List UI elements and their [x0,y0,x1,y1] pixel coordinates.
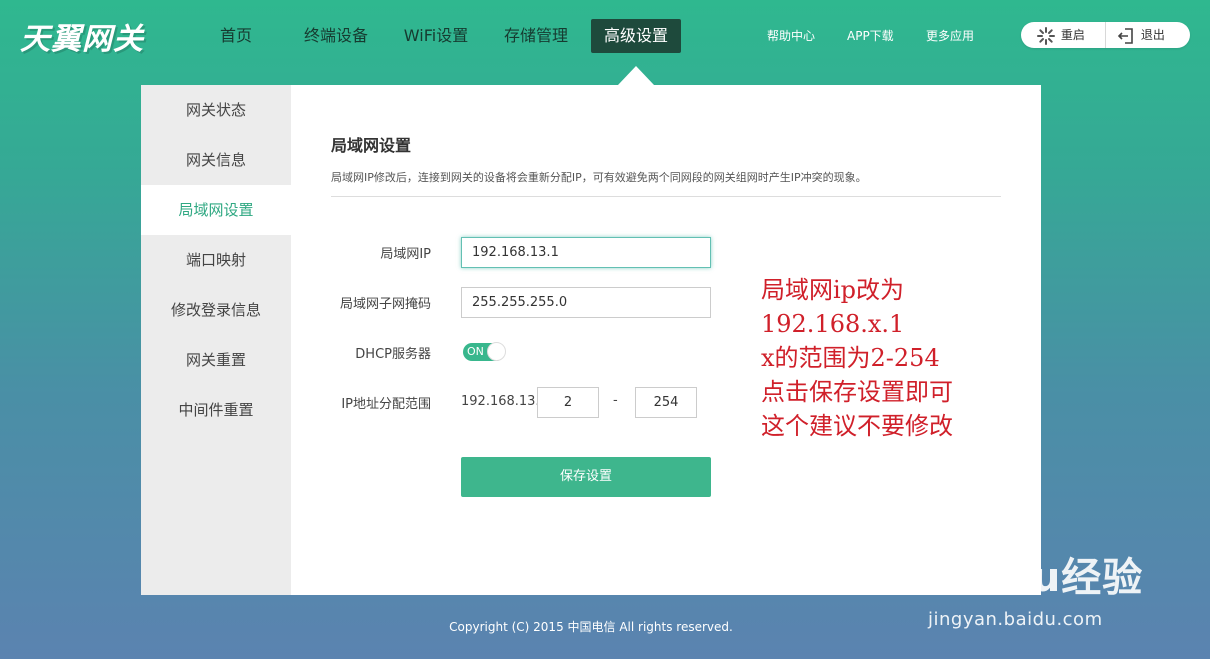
save-button[interactable]: 保存设置 [461,457,711,497]
nav-pointer [618,66,654,85]
sidebar-item-gateway-status[interactable]: 网关状态 [141,85,291,135]
divider [331,196,1001,197]
ip-range-start-input[interactable]: 2 [537,387,599,418]
watermark-url: jingyan.baidu.com [928,609,1103,630]
lan-ip-input[interactable]: 192.168.13.1 [461,237,711,268]
settings-panel: 网关状态 网关信息 局域网设置 端口映射 修改登录信息 网关重置 中间件重置 局… [141,85,1041,595]
subnet-label: 局域网子网掩码 [339,297,431,312]
annotation-line: 局域网ip改为 [761,276,905,304]
dhcp-toggle[interactable]: ON [463,342,506,361]
logout-label: 退出 [1140,28,1165,42]
ip-range-label: IP地址分配范围 [341,397,431,412]
annotation-line: x的范围为2-254 [761,344,940,372]
top-bar: 天翼网关 首页 终端设备 WiFi设置 存储管理 高级设置 帮助中心 APP下载… [0,0,1210,70]
nav-home[interactable]: 首页 [208,19,264,53]
sidebar-item-port-mapping[interactable]: 端口映射 [141,235,291,285]
nav-wifi[interactable]: WiFi设置 [396,19,476,53]
sidebar: 网关状态 网关信息 局域网设置 端口映射 修改登录信息 网关重置 中间件重置 [141,85,291,595]
restart-button[interactable]: 重启 [1037,22,1085,48]
sidebar-item-middleware-reset[interactable]: 中间件重置 [141,385,291,435]
restart-label: 重启 [1060,28,1085,42]
nav-devices[interactable]: 终端设备 [296,19,376,53]
subnet-input[interactable]: 255.255.255.0 [461,287,711,318]
divider [1105,22,1106,48]
page-title: 局域网设置 [331,136,412,155]
loading-spinner-icon [1037,23,1057,49]
lan-ip-label: 局域网IP [380,247,431,262]
sidebar-item-lan-settings[interactable]: 局域网设置 [141,185,291,235]
app-download-link[interactable]: APP下载 [847,27,894,44]
session-controls: 重启 退出 [1021,22,1190,48]
brand-logo[interactable]: 天翼网关 [20,14,144,58]
annotation-line: 192.168.x.1 [761,310,905,338]
nav-storage[interactable]: 存储管理 [496,19,576,53]
ip-range-end-input[interactable]: 254 [635,387,697,418]
dhcp-label: DHCP服务器 [355,347,431,362]
toggle-knob [487,342,506,361]
ip-range-prefix: 192.168.13. [461,394,540,409]
logout-icon [1117,23,1137,49]
ip-range-dash: - [613,393,618,408]
nav-advanced[interactable]: 高级设置 [591,19,681,53]
sidebar-item-gateway-reset[interactable]: 网关重置 [141,335,291,385]
watermark-brand: Baidu经验 [928,555,1144,601]
more-apps-link[interactable]: 更多应用 [926,27,974,44]
sidebar-item-login-info[interactable]: 修改登录信息 [141,285,291,335]
logout-button[interactable]: 退出 [1117,22,1165,48]
baidu-watermark: Baidu经验 jingyan.baidu.com [928,545,1143,630]
help-link[interactable]: 帮助中心 [767,27,815,44]
sidebar-item-gateway-info[interactable]: 网关信息 [141,135,291,185]
annotation-line: 点击保存设置即可 [761,378,953,406]
dhcp-state: ON [467,345,484,358]
red-annotation: 局域网ip改为 192.168.x.1 x的范围为2-254 点击保存设置即可 … [761,273,1021,443]
annotation-line: 这个建议不要修改 [761,412,953,440]
page-description: 局域网IP修改后，连接到网关的设备将会重新分配IP，可有效避免两个同网段的网关组… [331,171,867,184]
